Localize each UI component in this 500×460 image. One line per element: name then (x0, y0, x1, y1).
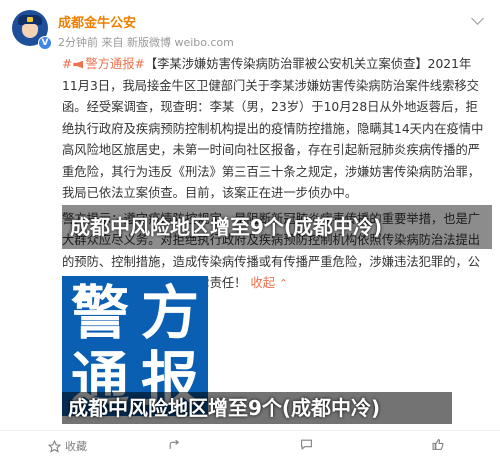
action-bar: 收藏 (0, 430, 500, 460)
post-paragraph-1: # 警方通报#【李某涉嫌妨害传染病防治罪被公安机关立案侦查】2021年11月3日，… (62, 54, 486, 205)
post-header: V 成都金牛公安 2分钟前 来自 新版微博 weibo.com (0, 0, 500, 52)
username[interactable]: 成都金牛公安 (58, 12, 136, 31)
caption-overlay-bottom: 成都中风险地区增至9个(成都中冷) (62, 392, 452, 424)
megaphone-icon (73, 60, 84, 69)
share-icon (169, 439, 180, 449)
caption-overlay-top: 成都中风险地区增至9个(成都中冷) (62, 205, 492, 249)
comment-icon (301, 439, 312, 450)
poster-char: 警 (70, 279, 129, 347)
like-button[interactable] (432, 438, 449, 451)
thumbs-up-icon (432, 438, 444, 450)
face-icon (22, 24, 38, 38)
post-body: # 警方通报#【李某涉嫌妨害传染病防治罪被公安机关立案侦查】2021年11月3日，… (62, 54, 486, 295)
collapse-arrow-icon[interactable]: ⌃ (279, 273, 288, 295)
comment-button[interactable] (300, 438, 317, 451)
post-title: 【李某涉嫌妨害传染病防治罪被公安机关立案侦查】2021年11月3日，我局接金牛区… (62, 57, 484, 200)
collapse-link[interactable]: 收起 (250, 276, 275, 290)
collect-button[interactable]: 收藏 (48, 438, 87, 454)
cap-badge-icon (27, 17, 33, 22)
chevron-down-icon[interactable] (471, 12, 484, 25)
verified-icon: V (38, 36, 52, 50)
post-meta: 2分钟前 来自 新版微博 weibo.com (58, 36, 234, 49)
collect-label: 收藏 (65, 440, 87, 453)
hashtag-text: 警方通报 (85, 57, 135, 71)
hashtag-link[interactable]: # 警方通报# (62, 57, 145, 71)
poster-char: 方 (140, 279, 199, 347)
share-button[interactable] (168, 438, 185, 451)
star-icon (48, 439, 61, 453)
